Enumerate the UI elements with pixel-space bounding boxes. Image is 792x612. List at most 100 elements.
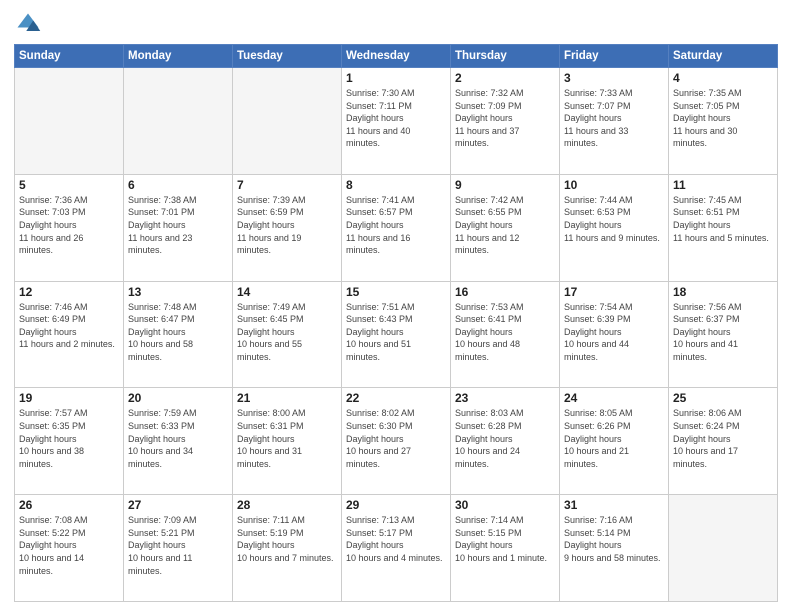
day-info: Sunrise: 7:54 AMSunset: 6:39 PMDaylight …	[564, 301, 664, 364]
sunrise-label: Sunrise: 7:45 AM	[673, 195, 742, 205]
day-info: Sunrise: 7:30 AMSunset: 7:11 PMDaylight …	[346, 87, 446, 150]
daylight-label: Daylight hours	[564, 113, 622, 123]
daylight-label: Daylight hours	[237, 327, 295, 337]
day-number: 20	[128, 391, 228, 405]
daylight-value: 11 hours and 23 minutes.	[128, 233, 192, 256]
calendar-cell: 28Sunrise: 7:11 AMSunset: 5:19 PMDayligh…	[233, 495, 342, 602]
daylight-label: Daylight hours	[128, 540, 186, 550]
day-info: Sunrise: 7:48 AM Sunset: 6:47 PM Daylight …	[128, 301, 228, 364]
daylight-value: 10 hours and 58 minutes.	[128, 339, 193, 362]
calendar-cell: 13 Sunrise: 7:48 AM Sunset: 6:47 PM Dayligh…	[124, 281, 233, 388]
daylight-label: Daylight hours	[19, 540, 77, 550]
day-info: Sunrise: 7:08 AMSunset: 5:22 PMDaylight …	[19, 514, 119, 577]
sunrise-label: Sunrise: 7:14 AM	[455, 515, 524, 525]
sunrise-label: Sunrise: 7:09 AM	[128, 515, 197, 525]
day-info: Sunrise: 8:02 AMSunset: 6:30 PMDaylight …	[346, 407, 446, 470]
day-info: Sunrise: 7:51 AMSunset: 6:43 PMDaylight …	[346, 301, 446, 364]
day-number: 3	[564, 71, 664, 85]
day-info: Sunrise: 7:45 AMSunset: 6:51 PMDaylight …	[673, 194, 773, 244]
day-info: Sunrise: 7:39 AMSunset: 6:59 PMDaylight …	[237, 194, 337, 257]
calendar-cell: 15Sunrise: 7:51 AMSunset: 6:43 PMDayligh…	[342, 281, 451, 388]
daylight-value: 10 hours and 38 minutes.	[19, 446, 84, 469]
daylight-label: Daylight hours	[564, 434, 622, 444]
daylight-label: Daylight hours	[128, 434, 186, 444]
sunrise-label: Sunrise: 7:13 AM	[346, 515, 415, 525]
sunset-label: Sunset: 5:21 PM	[128, 528, 195, 538]
daylight-label: Daylight hours	[346, 327, 404, 337]
daylight-value: 10 hours and 44 minutes.	[564, 339, 629, 362]
sunset-label: Sunset: 6:45 PM	[237, 314, 304, 324]
day-number: 8	[346, 178, 446, 192]
calendar-cell: 20Sunrise: 7:59 AMSunset: 6:33 PMDayligh…	[124, 388, 233, 495]
daylight-value: 11 hours and 40 minutes.	[346, 126, 410, 149]
day-number: 29	[346, 498, 446, 512]
weekday-header-row: SundayMondayTuesdayWednesdayThursdayFrid…	[15, 45, 778, 68]
daylight-value: 11 hours and 12 minutes.	[455, 233, 519, 256]
calendar-cell: 16Sunrise: 7:53 AMSunset: 6:41 PMDayligh…	[451, 281, 560, 388]
daylight-label: Daylight hours	[237, 434, 295, 444]
sunrise-label: Sunrise: 7:36 AM	[19, 195, 88, 205]
sunrise-label: Sunrise: 8:03 AM	[455, 408, 524, 418]
daylight-value: 10 hours and 51 minutes.	[346, 339, 411, 362]
calendar-cell: 9Sunrise: 7:42 AMSunset: 6:55 PMDaylight…	[451, 174, 560, 281]
daylight-label: Daylight hours	[455, 540, 513, 550]
daylight-label: Daylight hours	[19, 220, 77, 230]
sunset-label: Sunset: 6:35 PM	[19, 421, 86, 431]
sunset-label: Sunset: 6:37 PM	[673, 314, 740, 324]
day-number: 18	[673, 285, 773, 299]
daylight-value: 10 hours and 14 minutes.	[19, 553, 84, 576]
day-number: 13	[128, 285, 228, 299]
sunset-label: Sunset: 6:31 PM	[237, 421, 304, 431]
day-number: 22	[346, 391, 446, 405]
week-row-2: 5Sunrise: 7:36 AMSunset: 7:03 PMDaylight…	[15, 174, 778, 281]
daylight-value: 10 hours and 4 minutes.	[346, 553, 443, 563]
calendar-cell: 4Sunrise: 7:35 AMSunset: 7:05 PMDaylight…	[669, 68, 778, 175]
sunset-label: Sunset: 7:09 PM	[455, 101, 522, 111]
day-info: Sunrise: 7:14 AMSunset: 5:15 PMDaylight …	[455, 514, 555, 564]
sunset-label: Sunset: 6:47 PM	[128, 314, 195, 324]
daylight-label: Daylight hours	[346, 113, 404, 123]
calendar-cell	[15, 68, 124, 175]
day-number: 25	[673, 391, 773, 405]
day-info: Sunrise: 7:13 AMSunset: 5:17 PMDaylight …	[346, 514, 446, 564]
day-info: Sunrise: 7:36 AMSunset: 7:03 PMDaylight …	[19, 194, 119, 257]
day-info: Sunrise: 7:49 AMSunset: 6:45 PMDaylight …	[237, 301, 337, 364]
sunrise-label: Sunrise: 7:41 AM	[346, 195, 415, 205]
daylight-value: 10 hours and 1 minute.	[455, 553, 547, 563]
sunrise-label: Sunrise: 7:39 AM	[237, 195, 306, 205]
sunset-label: Sunset: 6:57 PM	[346, 207, 413, 217]
daylight-value: 10 hours and 11 minutes.	[128, 553, 192, 576]
daylight-label: Daylight hours	[564, 540, 622, 550]
sunset-label: Sunset: 6:28 PM	[455, 421, 522, 431]
calendar-cell: 3Sunrise: 7:33 AMSunset: 7:07 PMDaylight…	[560, 68, 669, 175]
calendar-cell: 6Sunrise: 7:38 AMSunset: 7:01 PMDaylight…	[124, 174, 233, 281]
calendar-cell: 2Sunrise: 7:32 AMSunset: 7:09 PMDaylight…	[451, 68, 560, 175]
calendar-cell: 8Sunrise: 7:41 AMSunset: 6:57 PMDaylight…	[342, 174, 451, 281]
daylight-label: Daylight hours	[564, 327, 622, 337]
logo-icon	[14, 10, 42, 38]
calendar-cell: 12Sunrise: 7:46 AMSunset: 6:49 PMDayligh…	[15, 281, 124, 388]
day-info: Sunrise: 7:41 AMSunset: 6:57 PMDaylight …	[346, 194, 446, 257]
daylight-label: Daylight hours	[455, 220, 513, 230]
calendar-cell: 10Sunrise: 7:44 AMSunset: 6:53 PMDayligh…	[560, 174, 669, 281]
daylight-value: 10 hours and 48 minutes.	[455, 339, 520, 362]
calendar-cell: 11Sunrise: 7:45 AMSunset: 6:51 PMDayligh…	[669, 174, 778, 281]
daylight-value: 10 hours and 27 minutes.	[346, 446, 411, 469]
weekday-header-sunday: Sunday	[15, 45, 124, 68]
calendar-cell: 30Sunrise: 7:14 AMSunset: 5:15 PMDayligh…	[451, 495, 560, 602]
day-info: Sunrise: 7:57 AMSunset: 6:35 PMDaylight …	[19, 407, 119, 470]
daylight-value: 11 hours and 30 minutes.	[673, 126, 737, 149]
day-number: 14	[237, 285, 337, 299]
sunrise-label: Sunrise: 8:00 AM	[237, 408, 306, 418]
day-info: Sunrise: 7:46 AMSunset: 6:49 PMDaylight …	[19, 301, 119, 351]
calendar-cell: 24Sunrise: 8:05 AMSunset: 6:26 PMDayligh…	[560, 388, 669, 495]
sunset-label: Sunset: 5:14 PM	[564, 528, 631, 538]
sunrise-label: Sunrise: 8:06 AM	[673, 408, 742, 418]
calendar-cell	[124, 68, 233, 175]
calendar-cell: 25Sunrise: 8:06 AMSunset: 6:24 PMDayligh…	[669, 388, 778, 495]
sunrise-label: Sunrise: 7:48 AM	[128, 302, 197, 312]
day-number: 24	[564, 391, 664, 405]
daylight-label: Daylight hours	[128, 327, 186, 337]
daylight-value: 11 hours and 26 minutes.	[19, 233, 83, 256]
day-info: Sunrise: 7:56 AMSunset: 6:37 PMDaylight …	[673, 301, 773, 364]
